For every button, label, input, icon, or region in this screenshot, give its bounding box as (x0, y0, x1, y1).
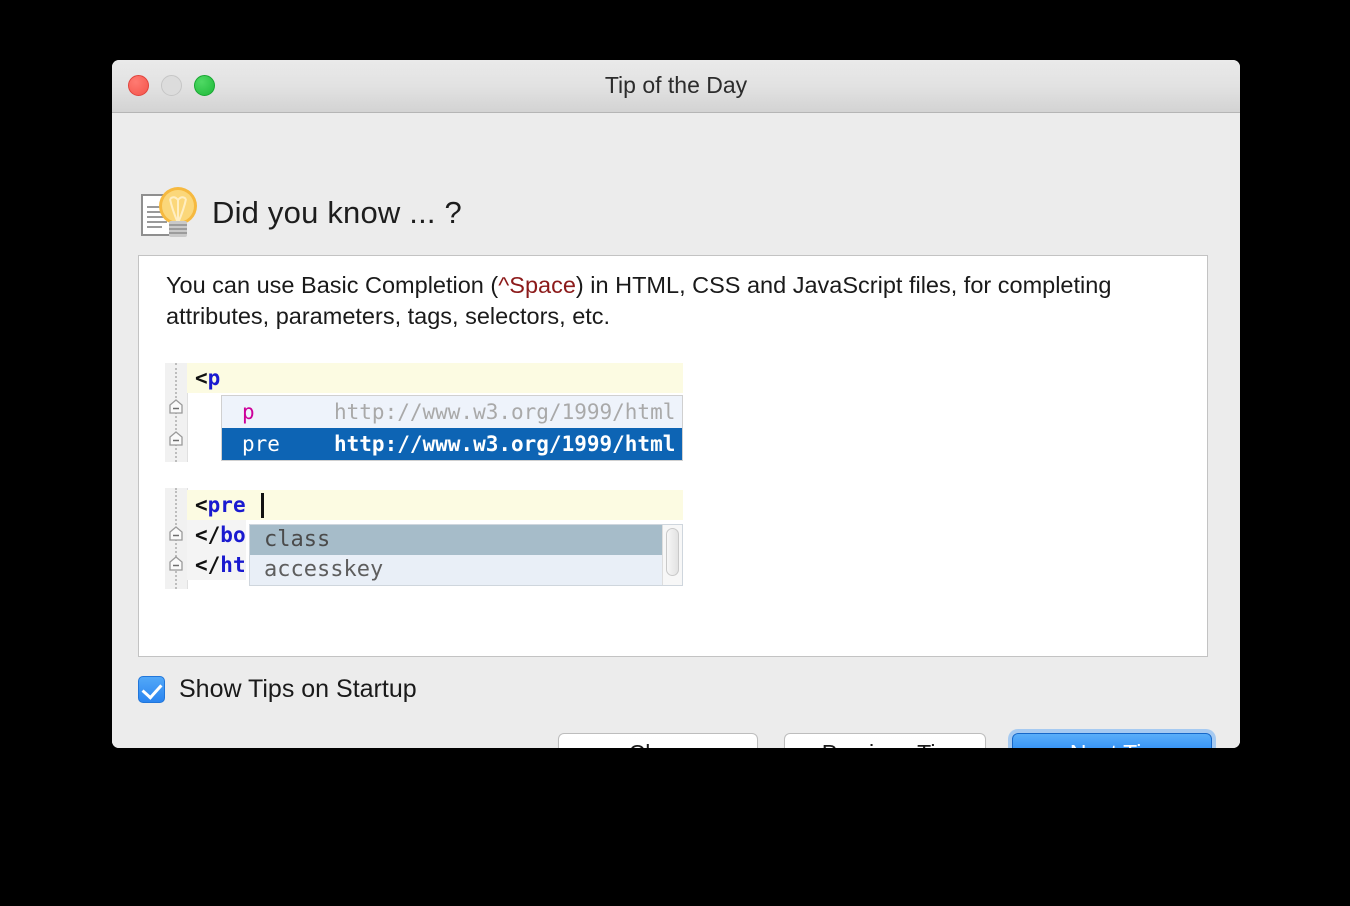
completion-item-selected[interactable]: pre http://www.w3.org/1999/html (222, 428, 682, 460)
tip-of-the-day-dialog: Tip of the Day Did you know ... ? You ca… (112, 60, 1240, 748)
code-bracket: </ (195, 523, 221, 547)
editor-line: </ht (187, 550, 246, 580)
window-titlebar: Tip of the Day (112, 60, 1240, 113)
editor-gutter (165, 488, 188, 589)
code-tag-name: p (207, 366, 221, 390)
code-bracket: < (195, 366, 208, 390)
attribute-completion-popup[interactable]: class accesskey (249, 524, 683, 586)
dialog-button-row: Close Previous Tip Next Tip (558, 733, 1212, 748)
code-bracket: </ (195, 553, 221, 577)
tip-content-panel: You can use Basic Completion (^Space) in… (138, 255, 1208, 657)
completion-item[interactable]: p http://www.w3.org/1999/html (222, 396, 682, 428)
tip-description: You can use Basic Completion (^Space) in… (166, 270, 1186, 332)
code-tag-name: bo (220, 523, 246, 547)
close-button[interactable]: Close (558, 733, 758, 748)
completion-item-name: pre (242, 432, 280, 456)
code-tag-name: pre (207, 493, 246, 517)
editor-current-line: <p (187, 363, 683, 393)
completion-item-namespace: http://www.w3.org/1999/html (334, 432, 676, 456)
tag-completion-popup[interactable]: p http://www.w3.org/1999/html pre http:/… (221, 395, 683, 461)
tip-shortcut: ^Space (498, 272, 576, 298)
code-fold-marker-icon[interactable] (168, 431, 184, 447)
checkmark-icon (141, 678, 163, 700)
editor-line: </bo (187, 520, 246, 550)
completion-item-name: p (242, 400, 255, 424)
editor-gutter (165, 363, 188, 462)
window-title: Tip of the Day (604, 72, 748, 98)
code-bracket: < (195, 493, 208, 517)
code-screenshot-tag-completion: <p p http://www.w3.org/1999/html pre htt… (165, 363, 683, 462)
dialog-body: Did you know ... ? You can use Basic Com… (112, 113, 1240, 748)
completion-popup-scrollbar[interactable] (662, 525, 682, 585)
next-tip-button[interactable]: Next Tip (1012, 733, 1212, 748)
code-fold-marker-icon[interactable] (168, 556, 184, 572)
code-fold-marker-icon[interactable] (168, 399, 184, 415)
show-tips-checkbox-label: Show Tips on Startup (179, 675, 417, 703)
completion-item[interactable]: accesskey (250, 555, 682, 585)
tip-text-part-1: You can use Basic Completion ( (166, 272, 499, 298)
page-title: Did you know ... ? (212, 195, 462, 230)
previous-tip-button[interactable]: Previous Tip (784, 733, 986, 748)
scrollbar-thumb[interactable] (666, 528, 679, 576)
show-tips-checkbox[interactable] (138, 676, 165, 703)
completion-item-selected[interactable]: class (250, 525, 682, 555)
show-tips-on-startup-row[interactable]: Show Tips on Startup (138, 675, 417, 704)
screen-root: Tip of the Day Did you know ... ? You ca… (0, 0, 1350, 906)
error-squiggle (258, 515, 281, 532)
lightbulb-document-icon (138, 185, 200, 241)
code-fold-marker-icon[interactable] (168, 526, 184, 542)
code-screenshot-attribute-completion: <pre </bo </ht class accesskey (165, 488, 683, 589)
code-tag-name: ht (220, 553, 246, 577)
header-row: Did you know ... ? (138, 185, 462, 241)
completion-item-namespace: http://www.w3.org/1999/html (334, 400, 676, 424)
